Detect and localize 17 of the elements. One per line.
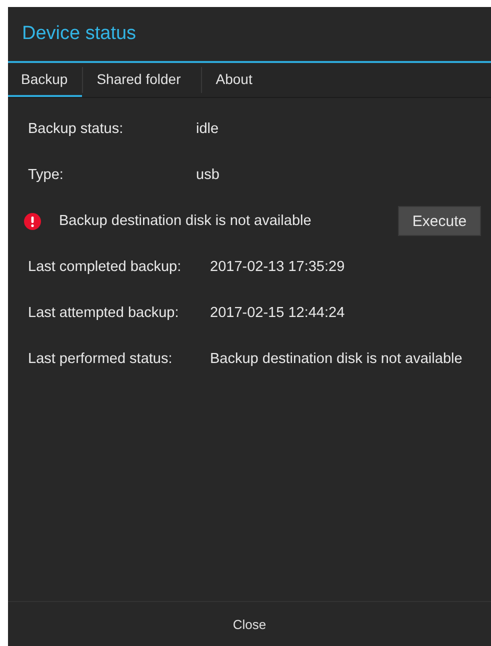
field-value: usb (196, 166, 220, 185)
field-label: Last attempted backup: (28, 304, 180, 323)
tab[interactable]: Shared folder (82, 63, 201, 97)
tab[interactable]: About (202, 63, 266, 97)
field-label: Type: (28, 166, 64, 185)
dialog-title: Device status (22, 23, 136, 45)
field-value: Backup destination disk is not available (210, 350, 464, 369)
field-value: idle (196, 120, 220, 139)
execute-button[interactable]: Execute (398, 206, 481, 236)
alert-message: Backup destination disk is not available (59, 213, 312, 229)
field-label: Last completed backup: (28, 258, 182, 277)
field-label: Backup status: (28, 120, 124, 139)
field-value: 2017-02-13 17:35:29 (210, 258, 346, 277)
field-label: Last performed status: (28, 350, 174, 369)
field-value: 2017-02-15 12:44:24 (210, 304, 346, 323)
close-button[interactable]: Close (220, 610, 278, 638)
error-icon (24, 212, 41, 230)
